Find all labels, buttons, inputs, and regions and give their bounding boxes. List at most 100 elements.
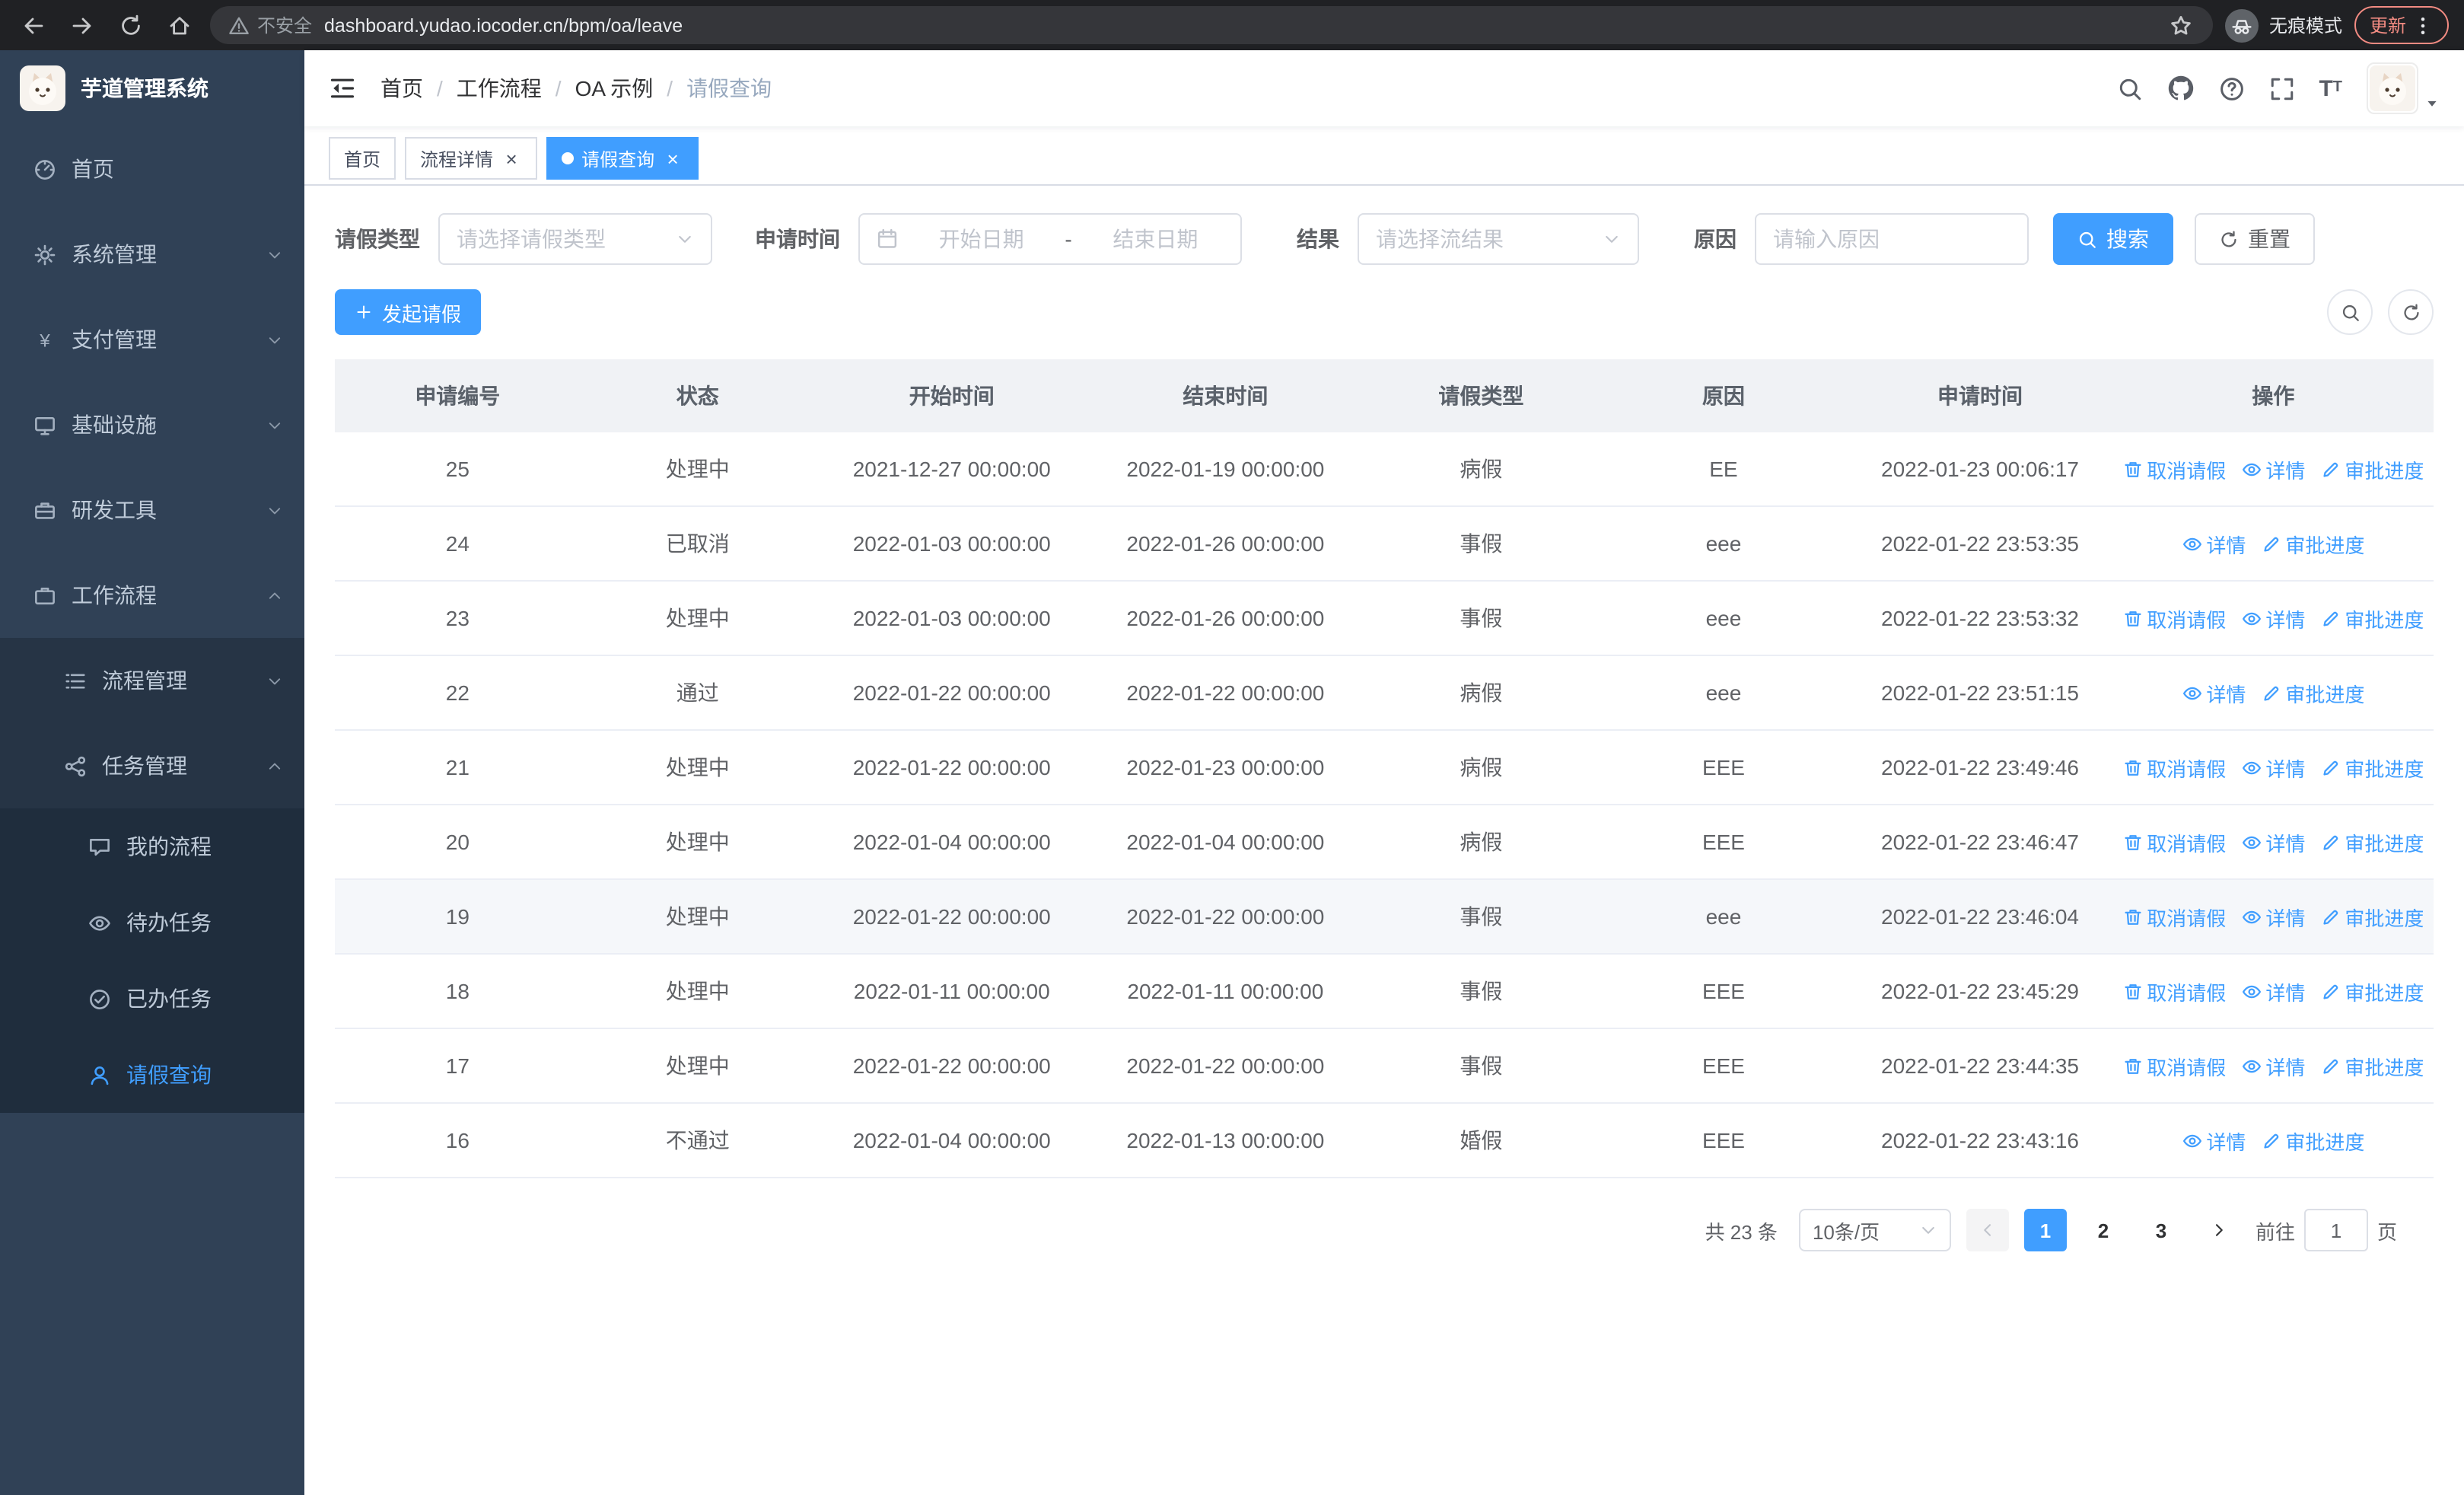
progress-action[interactable]: 审批进度 xyxy=(2261,1126,2364,1155)
progress-action[interactable]: 审批进度 xyxy=(2320,1051,2424,1080)
hamburger-icon[interactable] xyxy=(329,75,356,102)
reload-icon[interactable] xyxy=(113,7,149,43)
detail-action[interactable]: 详情 xyxy=(2241,604,2305,633)
cancel-action[interactable]: 取消请假 xyxy=(2122,977,2226,1006)
progress-action[interactable]: 审批进度 xyxy=(2320,977,2424,1006)
bookmark-star-icon[interactable] xyxy=(2167,11,2195,39)
avatar[interactable] xyxy=(2367,62,2418,114)
progress-action[interactable]: 审批进度 xyxy=(2261,678,2364,707)
table-cell: eee xyxy=(1705,904,1742,929)
reset-button[interactable]: 重置 xyxy=(2195,213,2315,265)
search-icon[interactable] xyxy=(2116,75,2142,101)
view-tab[interactable]: 流程详情 × xyxy=(405,137,538,180)
detail-action[interactable]: 详情 xyxy=(2241,1051,2305,1080)
user-menu[interactable] xyxy=(2367,62,2440,114)
toggle-search-icon[interactable] xyxy=(2327,289,2373,335)
sidebar-item-infrastructure[interactable]: 基础设施 xyxy=(0,382,304,467)
page-button-3[interactable]: 3 xyxy=(2139,1209,2182,1251)
detail-action[interactable]: 详情 xyxy=(2182,1126,2246,1155)
page-size-select[interactable]: 10条/页 xyxy=(1798,1209,1951,1251)
breadcrumb-item[interactable]: 首页 xyxy=(380,73,423,104)
view-tab[interactable]: 首页 xyxy=(329,137,396,180)
page-button-2[interactable]: 2 xyxy=(2081,1209,2125,1251)
goto-page-input[interactable] xyxy=(2303,1209,2368,1251)
reason-input[interactable] xyxy=(1755,213,2029,265)
home-icon[interactable] xyxy=(161,7,198,43)
sidebar-item-label: 工作流程 xyxy=(72,583,157,607)
progress-action[interactable]: 审批进度 xyxy=(2320,902,2424,931)
progress-action[interactable]: 审批进度 xyxy=(2320,753,2424,782)
detail-action[interactable]: 详情 xyxy=(2182,529,2246,558)
progress-action[interactable]: 审批进度 xyxy=(2261,529,2364,558)
search-button[interactable]: 搜索 xyxy=(2053,213,2173,265)
progress-action[interactable]: 审批进度 xyxy=(2320,604,2424,633)
cancel-action[interactable]: 取消请假 xyxy=(2122,454,2226,483)
table-cell: 2022-01-22 23:43:16 xyxy=(1881,1128,2079,1152)
row-actions: 取消请假 详情 审批进度 xyxy=(2113,1051,2434,1080)
sidebar-item-system[interactable]: 系统管理 xyxy=(0,212,304,297)
table-cell: 19 xyxy=(445,904,470,929)
app-logo: 芋道管理系统 xyxy=(0,50,304,126)
fullscreen-icon[interactable] xyxy=(2268,75,2294,101)
detail-action[interactable]: 详情 xyxy=(2182,678,2246,707)
address-bar[interactable]: 不安全 dashboard.yudao.iocoder.cn/bpm/oa/le… xyxy=(210,6,2213,44)
progress-action[interactable]: 审批进度 xyxy=(2320,827,2424,856)
help-icon[interactable] xyxy=(2218,75,2244,101)
close-icon[interactable]: × xyxy=(662,148,683,169)
back-icon[interactable] xyxy=(15,7,52,43)
breadcrumb-item[interactable]: 工作流程 xyxy=(457,73,542,104)
detail-action[interactable]: 详情 xyxy=(2241,454,2305,483)
detail-action[interactable]: 详情 xyxy=(2241,827,2305,856)
leave-type-select[interactable]: 请选择请假类型 xyxy=(438,213,712,265)
leave-type-placeholder: 请选择请假类型 xyxy=(457,227,606,251)
breadcrumb-item[interactable]: OA 示例 xyxy=(575,73,654,104)
detail-action[interactable]: 详情 xyxy=(2241,902,2305,931)
action-label: 审批进度 xyxy=(2345,757,2424,780)
create-leave-button[interactable]: 发起请假 xyxy=(335,289,482,335)
chevron-down-icon xyxy=(1919,1221,1937,1239)
refresh-table-icon[interactable] xyxy=(2388,289,2434,335)
leave-table: 申请编号 状态 开始时间 结束时间 请假类型 原因 申请时间 操作 25 处理中 2021-12-… xyxy=(335,359,2434,1178)
result-select[interactable]: 请选择流结果 xyxy=(1358,213,1639,265)
view-tab[interactable]: 请假查询 × xyxy=(546,137,699,180)
navbar-actions: TT xyxy=(2116,62,2440,114)
table-cell: 24 xyxy=(445,531,470,556)
apply-time-range-picker[interactable]: 开始日期 - 结束日期 xyxy=(858,213,1242,265)
sidebar-item-label: 待办任务 xyxy=(126,910,212,935)
cancel-action[interactable]: 取消请假 xyxy=(2122,902,2226,931)
sidebar-item-payment[interactable]: ¥ 支付管理 xyxy=(0,297,304,382)
table-cell: 16 xyxy=(445,1128,470,1152)
detail-action[interactable]: 详情 xyxy=(2241,977,2305,1006)
browser-menu-icon[interactable] xyxy=(2412,14,2434,36)
update-button[interactable]: 更新 xyxy=(2354,6,2449,44)
cancel-action[interactable]: 取消请假 xyxy=(2122,827,2226,856)
sidebar-item-label: 任务管理 xyxy=(102,754,187,778)
sidebar-item-done-task[interactable]: 已办任务 xyxy=(0,961,304,1037)
font-size-icon[interactable]: TT xyxy=(2319,77,2342,100)
sidebar-item-home[interactable]: 首页 xyxy=(0,126,304,212)
sidebar-item-devtools[interactable]: 研发工具 xyxy=(0,467,304,553)
cancel-action[interactable]: 取消请假 xyxy=(2122,604,2226,633)
chevron-down-icon xyxy=(266,246,283,263)
breadcrumb-separator: / xyxy=(555,76,562,100)
sidebar-item-my-process[interactable]: 我的流程 xyxy=(0,808,304,885)
progress-action[interactable]: 审批进度 xyxy=(2320,454,2424,483)
next-page-button[interactable] xyxy=(2197,1209,2240,1251)
detail-action[interactable]: 详情 xyxy=(2241,753,2305,782)
page-button-1[interactable]: 1 xyxy=(2023,1209,2067,1251)
close-icon[interactable]: × xyxy=(501,148,522,169)
security-indicator[interactable]: 不安全 xyxy=(228,12,312,38)
sidebar-item-task-management[interactable]: 任务管理 xyxy=(0,723,304,808)
table-cell: 2022-01-19 00:00:00 xyxy=(1126,457,1325,481)
forward-icon[interactable] xyxy=(64,7,100,43)
cancel-action[interactable]: 取消请假 xyxy=(2122,753,2226,782)
prev-page-button[interactable] xyxy=(1966,1209,2009,1251)
sidebar-item-leave-query[interactable]: 请假查询 xyxy=(0,1037,304,1113)
github-icon[interactable] xyxy=(2166,75,2194,102)
sidebar-item-workflow[interactable]: 工作流程 xyxy=(0,553,304,638)
trash-icon xyxy=(2122,608,2142,628)
eye-icon xyxy=(2182,1130,2201,1150)
cancel-action[interactable]: 取消请假 xyxy=(2122,1051,2226,1080)
sidebar-item-process-management[interactable]: 流程管理 xyxy=(0,638,304,723)
sidebar-item-todo-task[interactable]: 待办任务 xyxy=(0,885,304,961)
